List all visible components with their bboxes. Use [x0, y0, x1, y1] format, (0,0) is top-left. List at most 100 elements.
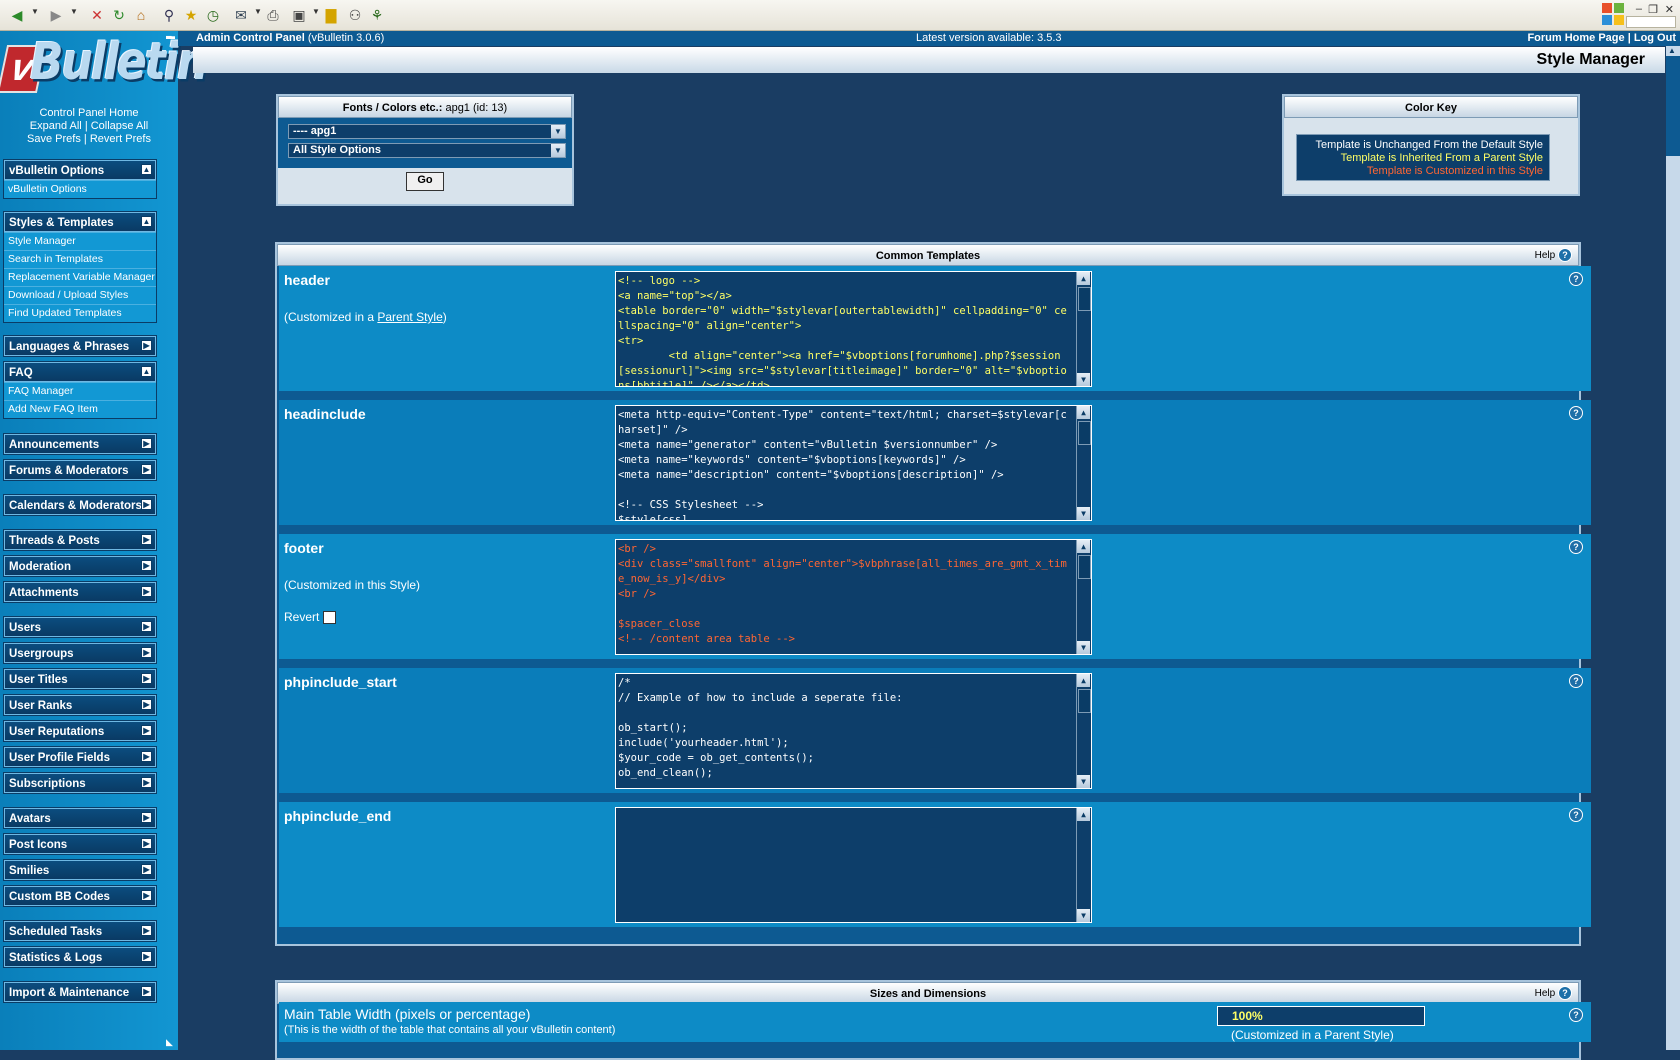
- template-code-textarea[interactable]: <meta http-equiv="Content-Type" content=…: [615, 405, 1092, 521]
- help-icon[interactable]: ?: [1569, 674, 1583, 688]
- textarea-scrollbar[interactable]: ▲ ▼: [1076, 674, 1091, 788]
- expand-icon[interactable]: ▶: [141, 499, 152, 510]
- mail-dropdown-icon[interactable]: ▼: [254, 7, 262, 16]
- revert-prefs-link[interactable]: Revert Prefs: [90, 133, 151, 145]
- sidebar-group-header[interactable]: Announcements ▶: [4, 434, 156, 454]
- go-button[interactable]: Go: [406, 172, 444, 191]
- scroll-up-icon[interactable]: ▲: [1077, 808, 1090, 821]
- forward-dropdown-icon[interactable]: ▼: [70, 7, 78, 16]
- sidebar-group-header[interactable]: Custom BB Codes ▶: [4, 886, 156, 906]
- template-code-textarea[interactable]: <!-- logo --> <a name="top"></a> <table …: [615, 271, 1092, 387]
- scroll-down-icon[interactable]: ▼: [1077, 641, 1090, 654]
- frame-toggle-icon[interactable]: –: [166, 31, 172, 42]
- sidebar-group-header[interactable]: User Profile Fields ▶: [4, 747, 156, 767]
- scroll-thumb[interactable]: [1078, 421, 1091, 445]
- sidebar-group-header[interactable]: Styles & Templates ▲: [4, 212, 156, 232]
- sidebar-group-header[interactable]: Usergroups ▶: [4, 643, 156, 663]
- history-icon[interactable]: ◷: [204, 6, 222, 24]
- expand-icon[interactable]: ▶: [141, 560, 152, 571]
- expand-icon[interactable]: ▶: [141, 986, 152, 997]
- collapse-frame-down-icon[interactable]: ◣: [166, 1037, 173, 1048]
- sidebar-group-header[interactable]: Threads & Posts ▶: [4, 530, 156, 550]
- sidebar-group-header[interactable]: vBulletin Options ▲: [4, 160, 156, 180]
- edit-icon[interactable]: ▣: [290, 6, 308, 24]
- scroll-thumb[interactable]: [1078, 689, 1091, 713]
- expand-icon[interactable]: ▶: [141, 864, 152, 875]
- sidebar-group-header[interactable]: Smilies ▶: [4, 860, 156, 880]
- sidebar-item[interactable]: Search in Templates: [4, 250, 156, 268]
- sidebar-group-header[interactable]: User Reputations ▶: [4, 721, 156, 741]
- expand-icon[interactable]: ▶: [141, 725, 152, 736]
- expand-icon[interactable]: ▶: [141, 673, 152, 684]
- scroll-up-icon[interactable]: ▲: [1077, 674, 1090, 687]
- sidebar-group-header[interactable]: Forums & Moderators ▶: [4, 460, 156, 480]
- collapse-icon[interactable]: ▲: [141, 216, 152, 227]
- expand-icon[interactable]: ▶: [141, 751, 152, 762]
- sidebar-item[interactable]: FAQ Manager: [4, 382, 156, 400]
- collapse-all-link[interactable]: Collapse All: [91, 120, 148, 132]
- sidebar-group-header[interactable]: Import & Maintenance ▶: [4, 982, 156, 1002]
- expand-icon[interactable]: ▶: [141, 464, 152, 475]
- help-link[interactable]: Help ?: [1535, 245, 1572, 267]
- close-icon[interactable]: ✕: [1665, 3, 1674, 16]
- research-icon[interactable]: ⚘: [368, 6, 386, 24]
- control-panel-home-link[interactable]: Control Panel Home: [39, 107, 138, 119]
- scroll-down-icon[interactable]: ▼: [1077, 775, 1090, 788]
- style-options-select[interactable]: All Style Options ▼: [288, 143, 566, 158]
- expand-icon[interactable]: ▶: [141, 647, 152, 658]
- collapse-icon[interactable]: ▲: [141, 366, 152, 377]
- sidebar-item[interactable]: Replacement Variable Manager: [4, 268, 156, 286]
- favorites-icon[interactable]: ★: [182, 6, 200, 24]
- back-dropdown-icon[interactable]: ▼: [31, 7, 39, 16]
- sidebar-group-header[interactable]: Post Icons ▶: [4, 834, 156, 854]
- forum-home-link[interactable]: Forum Home Page: [1527, 32, 1624, 44]
- help-icon[interactable]: ?: [1569, 540, 1583, 554]
- mail-icon[interactable]: ✉: [232, 6, 250, 24]
- sidebar-group-header[interactable]: FAQ ▲: [4, 362, 156, 382]
- sidebar-group-header[interactable]: Users ▶: [4, 617, 156, 637]
- textarea-scrollbar[interactable]: ▲ ▼: [1076, 272, 1091, 386]
- collapse-icon[interactable]: ▲: [141, 164, 152, 175]
- sidebar-group-header[interactable]: Statistics & Logs ▶: [4, 947, 156, 967]
- stop-icon[interactable]: ✕: [88, 6, 106, 24]
- revert-checkbox[interactable]: [322, 611, 336, 625]
- sidebar-item[interactable]: vBulletin Options: [4, 180, 156, 198]
- help-icon[interactable]: ?: [1569, 1008, 1583, 1022]
- expand-icon[interactable]: ▶: [141, 534, 152, 545]
- expand-icon[interactable]: ▶: [141, 925, 152, 936]
- textarea-scrollbar[interactable]: ▲ ▼: [1076, 808, 1091, 922]
- expand-icon[interactable]: ▶: [141, 777, 152, 788]
- restore-icon[interactable]: ❐: [1648, 3, 1658, 16]
- forward-icon[interactable]: ▶: [47, 6, 65, 24]
- sidebar-group-header[interactable]: Scheduled Tasks ▶: [4, 921, 156, 941]
- edit-dropdown-icon[interactable]: ▼: [312, 7, 320, 16]
- sidebar-item[interactable]: Add New FAQ Item: [4, 400, 156, 418]
- folder-icon[interactable]: ▇: [322, 6, 340, 24]
- style-select[interactable]: ---- apg1 ▼: [288, 124, 566, 139]
- log-out-link[interactable]: Log Out: [1634, 32, 1676, 44]
- sidebar-item[interactable]: Download / Upload Styles: [4, 286, 156, 304]
- scroll-up-icon[interactable]: ▲: [1077, 406, 1090, 419]
- expand-icon[interactable]: ▶: [141, 951, 152, 962]
- main-table-width-input[interactable]: 100%: [1217, 1006, 1425, 1026]
- textarea-scrollbar[interactable]: ▲ ▼: [1076, 406, 1091, 520]
- minimize-icon[interactable]: –: [1636, 3, 1642, 15]
- sidebar-group-header[interactable]: Attachments ▶: [4, 582, 156, 602]
- expand-icon[interactable]: ▶: [141, 838, 152, 849]
- parent-style-link[interactable]: Parent Style: [377, 310, 442, 324]
- sidebar-group-header[interactable]: Avatars ▶: [4, 808, 156, 828]
- scroll-up-icon[interactable]: ▲: [1077, 540, 1090, 553]
- sidebar-group-header[interactable]: Languages & Phrases ▶: [4, 336, 156, 356]
- refresh-icon[interactable]: ↻: [110, 6, 128, 24]
- expand-icon[interactable]: ▶: [141, 586, 152, 597]
- sidebar-item[interactable]: Find Updated Templates: [4, 304, 156, 322]
- scroll-up-icon[interactable]: ▲: [1077, 272, 1090, 285]
- scroll-down-icon[interactable]: ▼: [1077, 373, 1090, 386]
- sidebar-group-header[interactable]: Subscriptions ▶: [4, 773, 156, 793]
- address-field[interactable]: [1626, 16, 1676, 28]
- back-icon[interactable]: ◀: [8, 6, 26, 24]
- help-icon[interactable]: ?: [1569, 808, 1583, 822]
- help-icon[interactable]: ?: [1569, 406, 1583, 420]
- template-code-textarea[interactable]: /* // Example of how to include a sepera…: [615, 673, 1092, 789]
- expand-all-link[interactable]: Expand All: [30, 120, 82, 132]
